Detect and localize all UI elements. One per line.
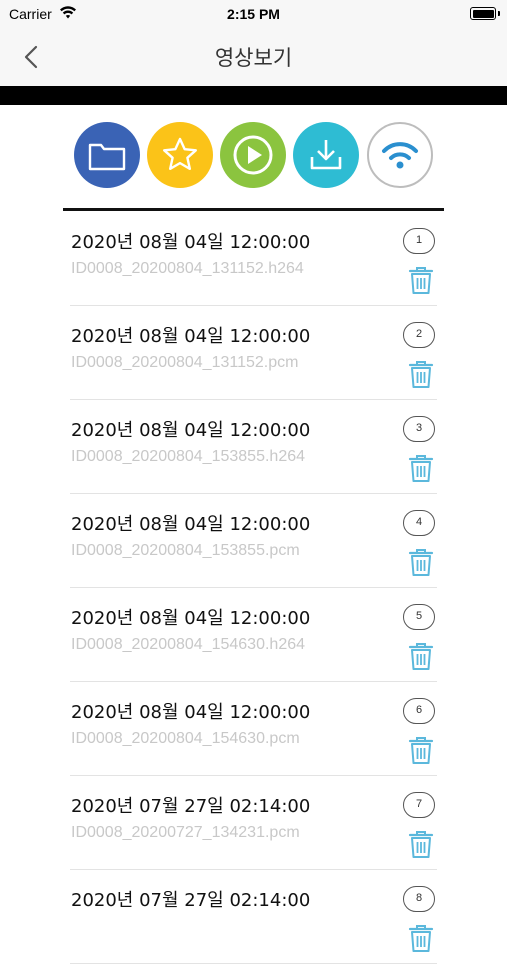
file-name: ID0008_20200804_154630.pcm	[71, 730, 300, 747]
wifi-button[interactable]	[367, 122, 433, 188]
file-index-badge: 7	[403, 792, 435, 818]
file-index-badge: 4	[403, 510, 435, 536]
file-date: 2020년 07월 27일 02:14:00	[71, 890, 311, 911]
file-date: 2020년 08월 04일 12:00:00	[71, 514, 311, 535]
delete-button[interactable]	[407, 265, 435, 295]
trash-icon	[408, 549, 434, 576]
file-index-badge: 1	[403, 228, 435, 254]
file-date: 2020년 08월 04일 12:00:00	[71, 326, 311, 347]
file-name: ID0008_20200804_131152.h264	[71, 260, 304, 277]
favorite-button[interactable]	[147, 122, 213, 188]
page-title: 영상보기	[214, 46, 293, 70]
navigation-bar: 영상보기	[0, 28, 507, 86]
delete-button[interactable]	[407, 829, 435, 859]
file-index-badge: 8	[403, 886, 435, 912]
file-date: 2020년 08월 04일 12:00:00	[71, 608, 311, 629]
file-date: 2020년 08월 04일 12:00:00	[71, 232, 311, 253]
file-index-badge: 2	[403, 322, 435, 348]
delete-button[interactable]	[407, 359, 435, 389]
header-band	[0, 86, 507, 105]
file-date: 2020년 08월 04일 12:00:00	[71, 420, 311, 441]
delete-button[interactable]	[407, 641, 435, 671]
file-name: ID0008_20200804_153855.h264	[71, 448, 306, 465]
wifi-icon	[382, 142, 418, 169]
file-index-badge: 3	[403, 416, 435, 442]
play-icon	[233, 135, 273, 175]
trash-icon	[408, 925, 434, 952]
file-name: ID0008_20200727_134231.pcm	[71, 824, 300, 841]
action-toolbar	[0, 122, 507, 190]
delete-button[interactable]	[407, 547, 435, 577]
file-row[interactable]: 2020년 08월 04일 12:00:00 ID0008_20200804_13…	[0, 306, 507, 400]
trash-icon	[408, 831, 434, 858]
folder-button[interactable]	[74, 122, 140, 188]
delete-button[interactable]	[407, 923, 435, 953]
file-row[interactable]: 2020년 07월 27일 02:14:00 ID0008_20200727_13…	[0, 776, 507, 870]
battery-icon	[470, 7, 500, 20]
file-date: 2020년 07월 27일 02:14:00	[71, 796, 311, 817]
file-row[interactable]: 2020년 08월 04일 12:00:00 ID0008_20200804_15…	[0, 682, 507, 776]
toolbar-divider	[63, 208, 444, 211]
trash-icon	[408, 267, 434, 294]
file-date: 2020년 08월 04일 12:00:00	[71, 702, 311, 723]
star-icon	[163, 137, 197, 170]
download-icon	[310, 140, 342, 170]
status-bar: Carrier 2:15 PM	[0, 0, 507, 28]
file-row[interactable]: 2020년 08월 04일 12:00:00 ID0008_20200804_15…	[0, 588, 507, 682]
file-row[interactable]: 2020년 08월 04일 12:00:00 ID0008_20200804_15…	[0, 400, 507, 494]
file-row[interactable]: 2020년 08월 04일 12:00:00 ID0008_20200804_13…	[0, 212, 507, 306]
file-name: ID0008_20200804_154630.h264	[71, 636, 306, 653]
delete-button[interactable]	[407, 735, 435, 765]
trash-icon	[408, 361, 434, 388]
file-index-badge: 5	[403, 604, 435, 630]
trash-icon	[408, 643, 434, 670]
file-name: ID0008_20200804_131152.pcm	[71, 354, 299, 371]
folder-icon	[88, 143, 126, 171]
file-row[interactable]: 2020년 08월 04일 12:00:00 ID0008_20200804_15…	[0, 494, 507, 588]
file-index-badge: 6	[403, 698, 435, 724]
status-time: 2:15 PM	[227, 6, 280, 22]
download-button[interactable]	[293, 122, 359, 188]
trash-icon	[408, 737, 434, 764]
file-name: ID0008_20200804_153855.pcm	[71, 542, 300, 559]
play-button[interactable]	[220, 122, 286, 188]
delete-button[interactable]	[407, 453, 435, 483]
file-row[interactable]: 2020년 07월 27일 02:14:00 8	[0, 870, 507, 964]
trash-icon	[408, 455, 434, 482]
